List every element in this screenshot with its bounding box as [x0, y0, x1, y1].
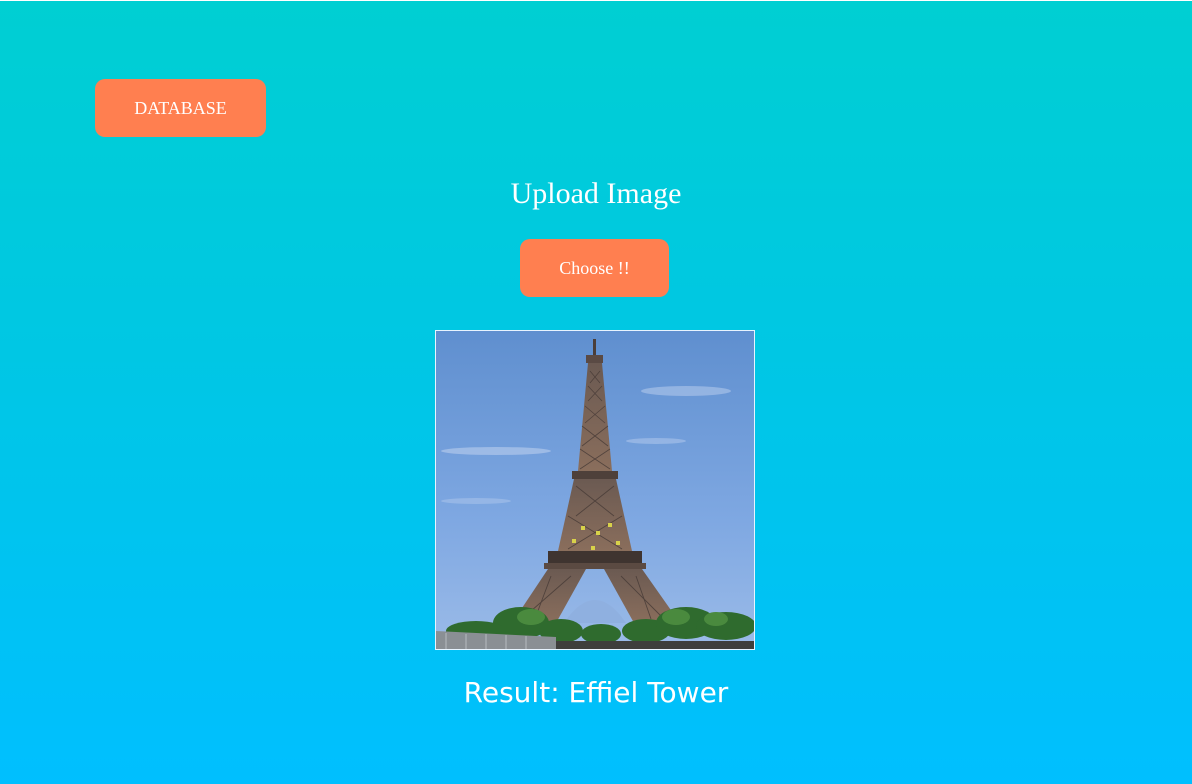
database-button[interactable]: DATABASE [95, 79, 266, 137]
eiffel-tower-image [436, 331, 754, 649]
result-text: Result: Effiel Tower [463, 676, 729, 709]
uploaded-image-preview [435, 330, 755, 650]
upload-image-heading: Upload Image [510, 177, 682, 210]
choose-file-button[interactable]: Choose !! [520, 239, 669, 297]
